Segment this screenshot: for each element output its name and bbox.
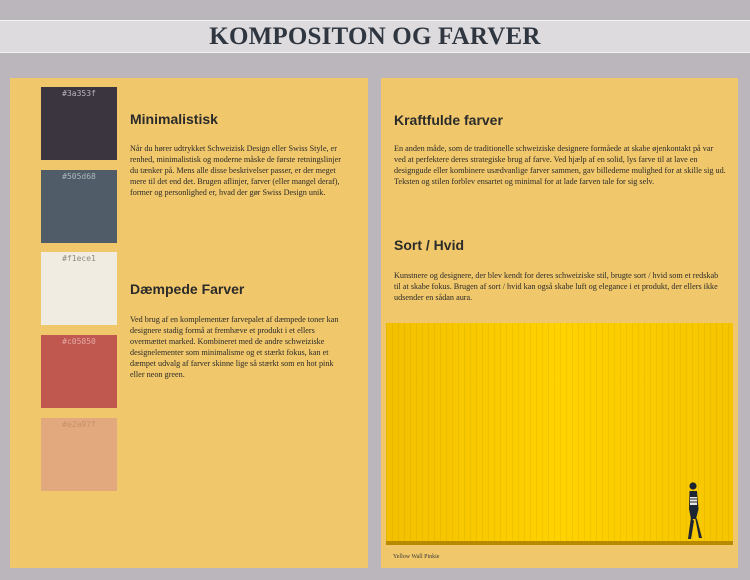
- swatch-hex: #e2a97f: [62, 420, 96, 429]
- right-panel: Kraftfulde farver En anden måde, som de …: [381, 78, 738, 568]
- title-bar: KOMPOSITON OG FARVER: [0, 20, 750, 53]
- swatch-red: #c05850: [41, 335, 117, 408]
- text-kraftfulde-farver: En anden måde, som de traditionelle schw…: [394, 144, 726, 186]
- left-panel: #3a353f #505d68 #f1ece1 #c05850 #e2a97f …: [10, 78, 368, 568]
- swatch-dark-purple: #3a353f: [41, 87, 117, 160]
- swatch-hex: #f1ece1: [62, 254, 96, 263]
- photo-caption: Yellow Wall Pinkie: [393, 554, 440, 560]
- swatch-hex: #505d68: [62, 172, 96, 181]
- page-title: KOMPOSITON OG FARVER: [209, 23, 541, 50]
- text-daempede-farver: Ved brug af en komplementær farvepalet a…: [130, 315, 339, 379]
- swatch-off-white: #f1ece1: [41, 252, 117, 325]
- text-sort-hvid: Kunstnere og designere, der blev kendt f…: [394, 271, 719, 302]
- swatch-slate-blue: #505d68: [41, 170, 117, 243]
- text-minimalistisk: Når du hører udtrykket Schweizisk Design…: [130, 144, 342, 197]
- walking-person-figure: [688, 482, 702, 539]
- heading-sort-hvid: Sort / Hvid: [394, 237, 465, 253]
- heading-minimalistisk: Minimalistisk: [130, 111, 218, 127]
- swatch-hex: #3a353f: [62, 89, 96, 98]
- ground-strip: [386, 541, 733, 545]
- yellow-wall-photo: [386, 323, 733, 545]
- swatch-hex: #c05850: [62, 337, 96, 346]
- heading-kraftfulde-farver: Kraftfulde farver: [394, 112, 503, 128]
- swatch-peach: #e2a97f: [41, 418, 117, 491]
- heading-daempede-farver: Dæmpede Farver: [130, 281, 245, 297]
